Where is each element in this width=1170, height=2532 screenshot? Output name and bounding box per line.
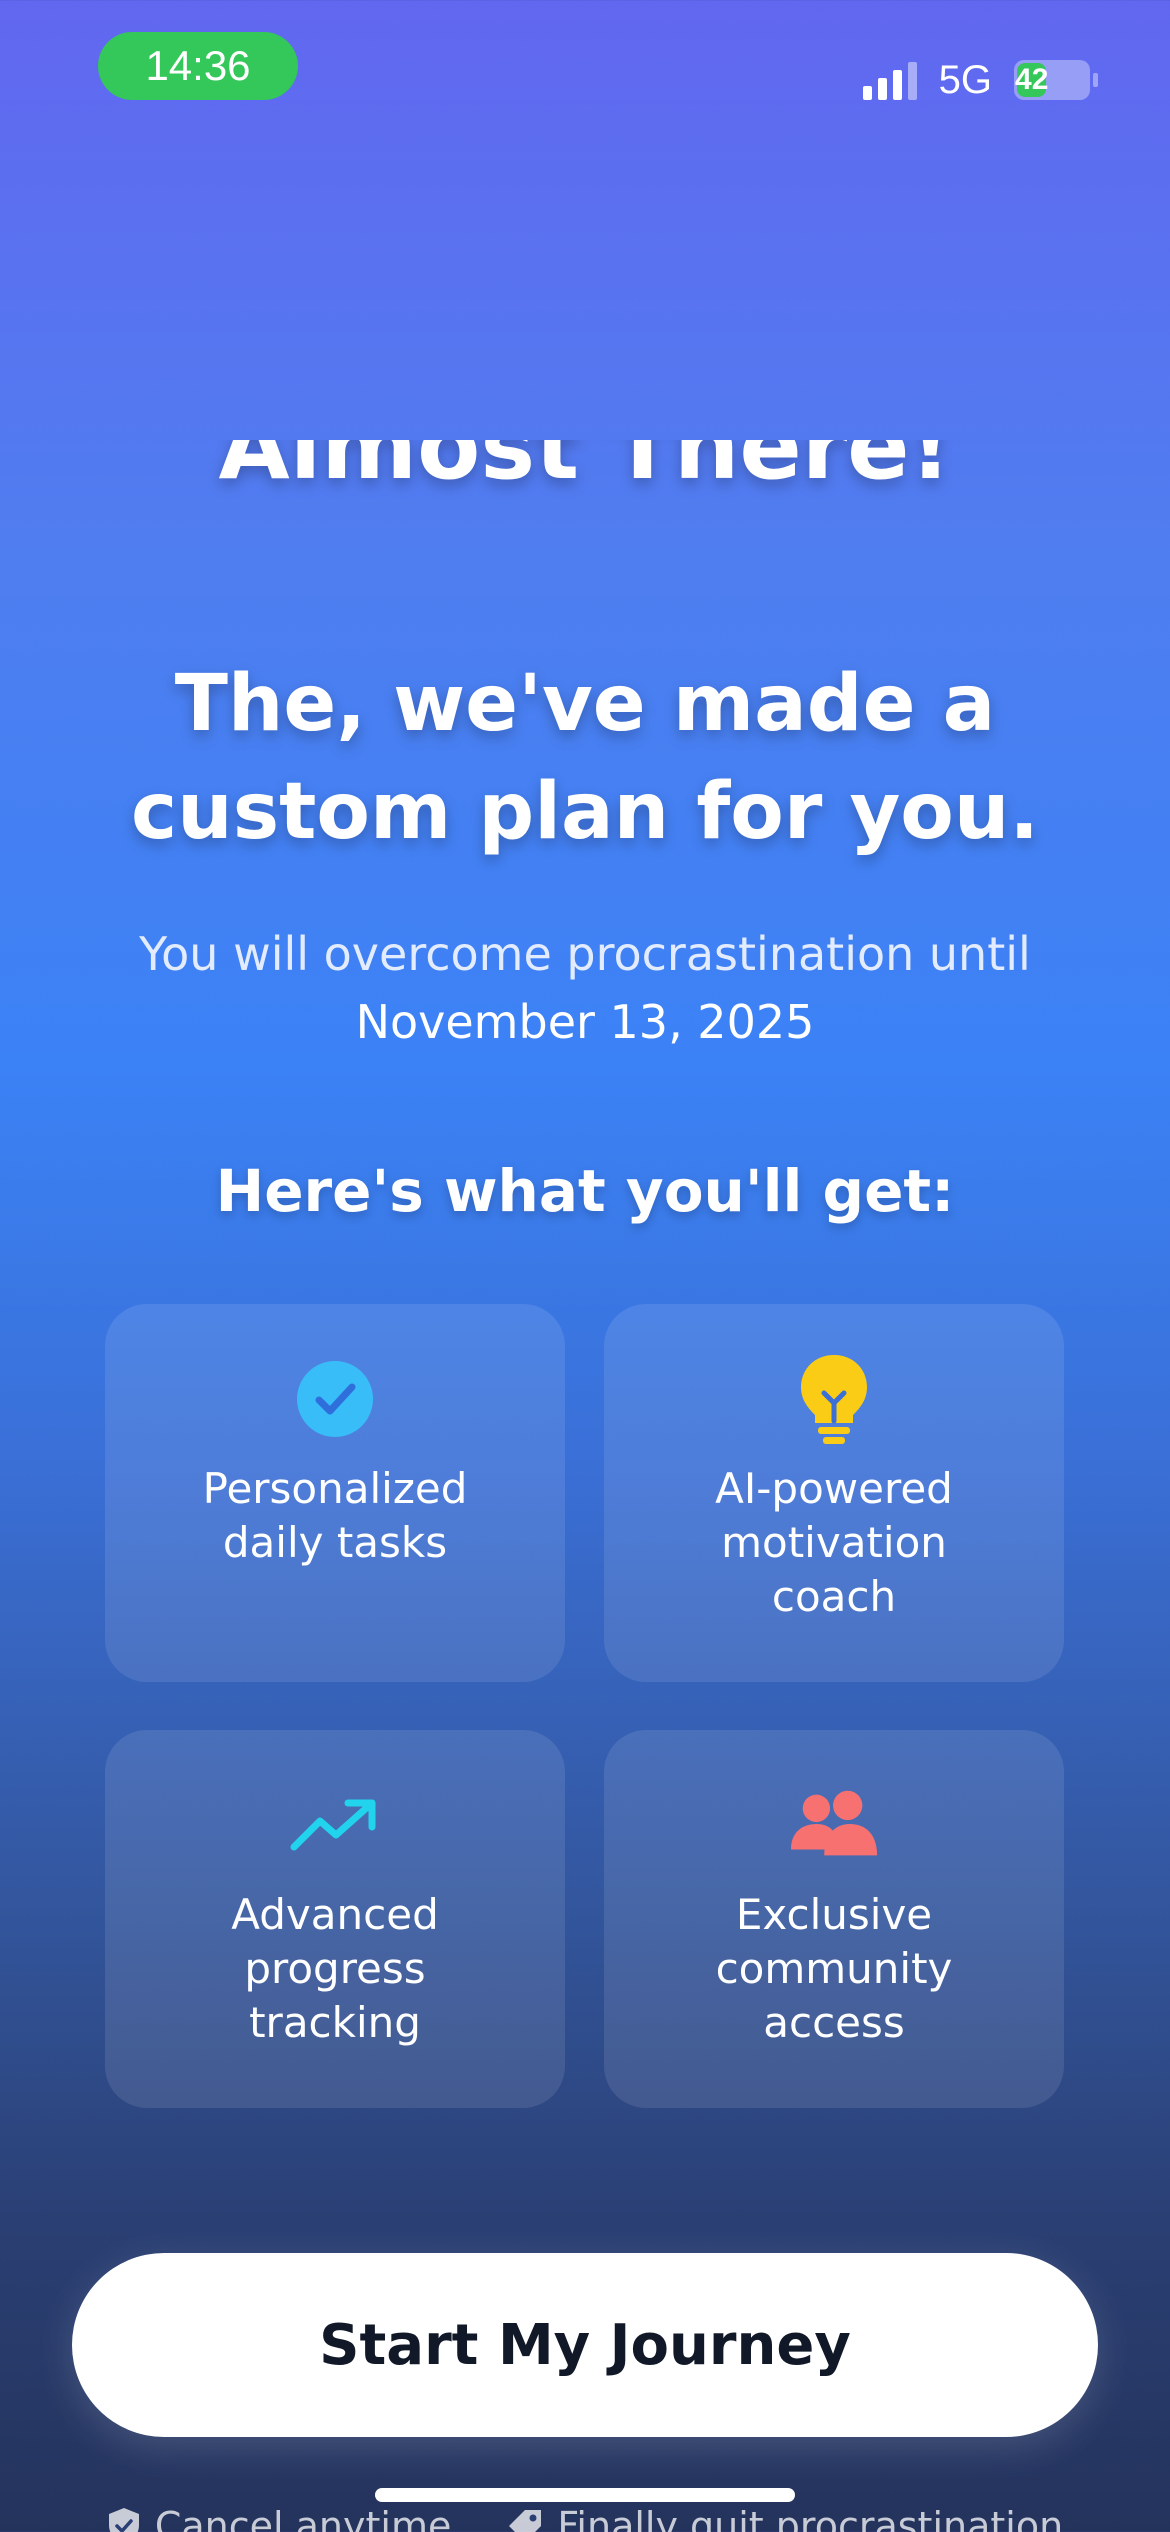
target-date: November 13, 2025 xyxy=(355,995,815,1049)
subtitle: You will overcome procrastination until xyxy=(139,927,1031,981)
signal-icon xyxy=(862,60,917,100)
status-indicators: 5G 42 xyxy=(862,50,1098,110)
network-label: 5G xyxy=(938,57,992,102)
users-icon xyxy=(789,1780,879,1870)
footer-cancel-text: Cancel anytime xyxy=(154,2504,452,2532)
headline: The, we've made a custom plan for you. xyxy=(130,659,1040,857)
feature-card-ai-coach: AI-powered motivation coach xyxy=(604,1304,1064,1682)
feature-card-community: Exclusive community access xyxy=(604,1730,1064,2108)
trending-up-icon xyxy=(290,1780,380,1870)
feature-label: Personalized daily tasks xyxy=(202,1464,468,1567)
feature-label: AI-powered motivation coach xyxy=(715,1464,953,1621)
footer-quit-text: Finally quit procrastination xyxy=(557,2504,1064,2532)
page-title: Almost There! xyxy=(0,440,1170,530)
status-bar: 14:36 5G 42 xyxy=(0,0,1170,140)
tag-icon xyxy=(509,2510,542,2532)
feature-card-daily-tasks: Personalized daily tasks xyxy=(105,1304,565,1682)
feature-label: Exclusive community access xyxy=(715,1890,953,2047)
check-circle-icon xyxy=(290,1354,380,1444)
feature-card-progress-tracking: Advanced progress tracking xyxy=(105,1730,565,2108)
home-indicator[interactable] xyxy=(375,2488,795,2502)
lightbulb-icon xyxy=(789,1354,879,1444)
start-journey-button[interactable]: Start My Journey xyxy=(72,2253,1098,2437)
status-time: 14:36 xyxy=(98,32,298,100)
page-title-text: Almost There! xyxy=(218,440,952,500)
features-heading: Here's what you'll get: xyxy=(215,1157,955,1225)
battery-level: 42 xyxy=(1015,63,1049,97)
shield-check-icon xyxy=(108,2508,139,2532)
battery-icon: 42 xyxy=(1014,60,1098,100)
feature-label: Advanced progress tracking xyxy=(231,1890,439,2047)
